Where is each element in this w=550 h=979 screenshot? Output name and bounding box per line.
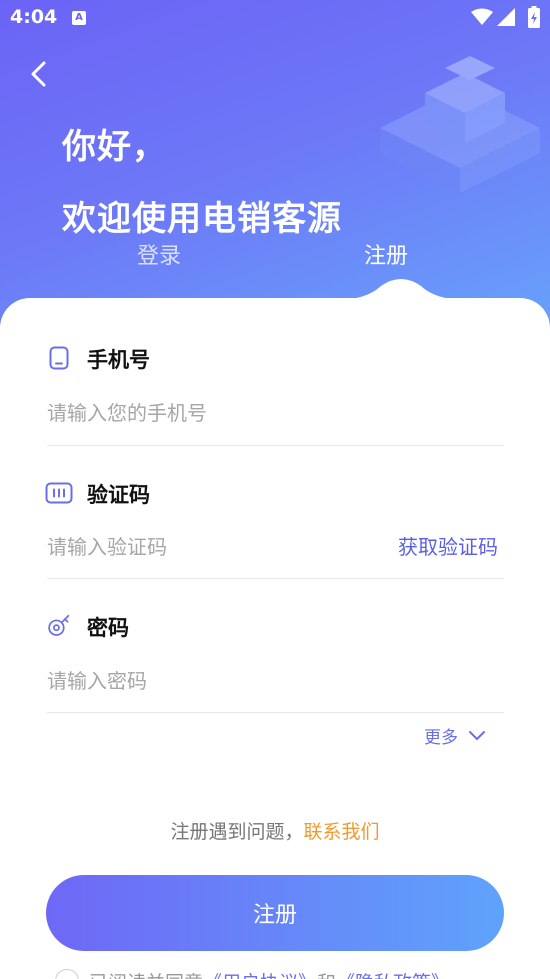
status-time: 4:04 — [10, 6, 58, 28]
divider — [47, 445, 504, 446]
divider — [47, 712, 504, 713]
privacy-policy-link[interactable]: 《隐私政策》 — [336, 968, 450, 979]
verification-code-icon — [45, 482, 73, 504]
active-tab-indicator — [336, 279, 466, 310]
battery-icon — [528, 6, 540, 28]
greeting-line1: 你好， — [62, 127, 167, 167]
contact-us-link[interactable]: 联系我们 — [304, 821, 380, 843]
signal-icon — [497, 8, 515, 26]
more-label: 更多 — [424, 728, 458, 748]
tab-register[interactable]: 注册 — [364, 238, 408, 270]
wifi-icon — [471, 8, 493, 25]
register-button[interactable]: 注册 — [46, 875, 504, 951]
phone-icon — [49, 346, 69, 370]
code-label: 验证码 — [87, 483, 150, 507]
help-text: 注册遇到问题，联系我们 — [0, 817, 550, 844]
phone-label: 手机号 — [87, 348, 150, 372]
status-bar: 4:04 A — [0, 0, 550, 38]
greeting-line2: 欢迎使用电销客源 — [62, 199, 342, 239]
chevron-down-icon — [469, 730, 485, 740]
phone-input[interactable] — [47, 393, 387, 433]
agreement-checkbox[interactable] — [55, 969, 79, 979]
isometric-decoration-icon — [380, 56, 540, 193]
tab-login[interactable]: 登录 — [137, 238, 181, 270]
notification-icon: A — [72, 11, 86, 25]
help-label: 注册遇到问题， — [170, 821, 304, 843]
agreement-and: 和 — [317, 968, 336, 979]
user-agreement-link[interactable]: 《用户协议》 — [203, 968, 317, 979]
agreement-row: 已阅读并同意 《用户协议》 和 《隐私政策》 — [55, 966, 450, 979]
password-label: 密码 — [87, 616, 129, 640]
divider — [47, 578, 504, 579]
code-input[interactable] — [47, 527, 377, 567]
password-input[interactable] — [47, 661, 387, 701]
key-icon — [48, 614, 70, 636]
more-options-button[interactable]: 更多 — [424, 723, 486, 748]
greeting: 你好， 欢迎使用电销客源 — [62, 124, 342, 244]
back-arrow-icon[interactable] — [24, 58, 56, 90]
get-code-button[interactable]: 获取验证码 — [398, 531, 498, 560]
agreement-prefix: 已阅读并同意 — [89, 968, 203, 979]
